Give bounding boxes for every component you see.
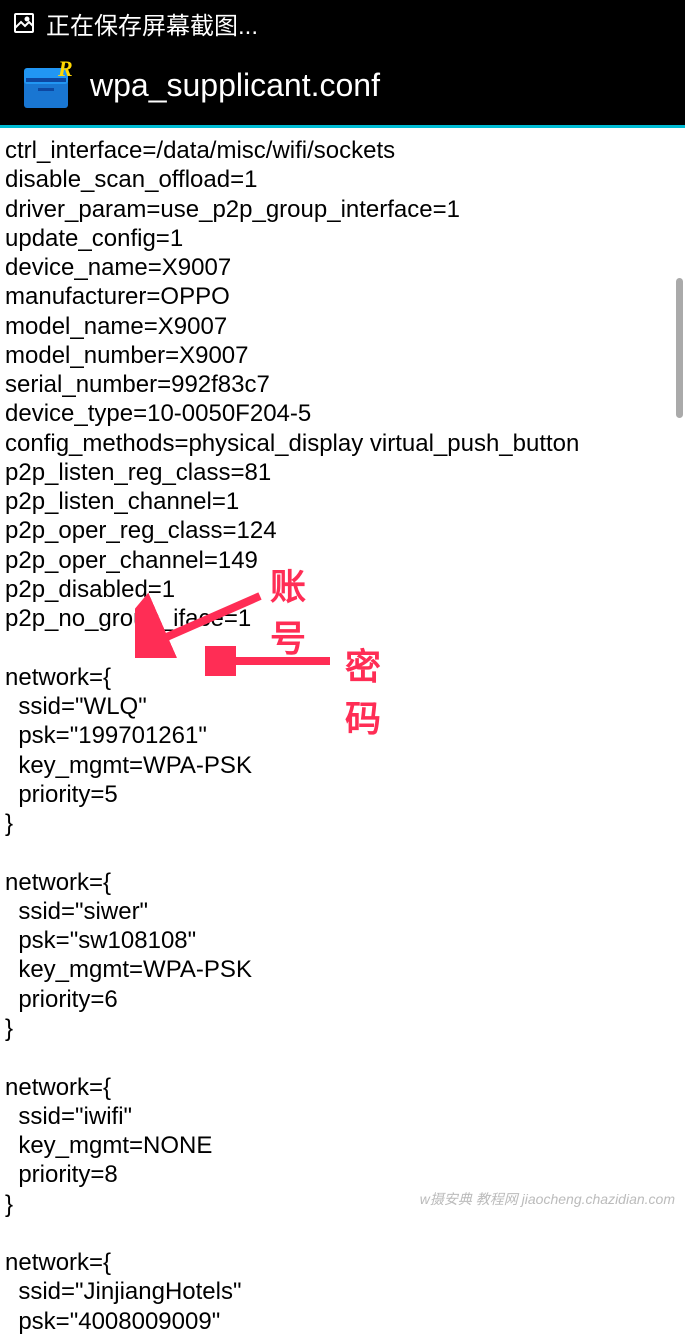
page-title: wpa_supplicant.conf bbox=[90, 67, 380, 104]
picture-icon bbox=[12, 11, 36, 35]
scrollbar[interactable] bbox=[676, 278, 683, 418]
status-text: 正在保存屏幕截图... bbox=[46, 6, 258, 41]
watermark: w摄安典 教程网 jiaocheng.chazidian.com bbox=[420, 1189, 675, 1209]
svg-text:R: R bbox=[57, 60, 72, 81]
content-area[interactable]: ctrl_interface=/data/misc/wifi/sockets d… bbox=[0, 128, 685, 1214]
file-content[interactable]: ctrl_interface=/data/misc/wifi/sockets d… bbox=[5, 136, 680, 1336]
status-bar: 正在保存屏幕截图... bbox=[0, 0, 685, 46]
app-icon[interactable]: R bbox=[20, 60, 72, 112]
app-header: R wpa_supplicant.conf bbox=[0, 46, 685, 128]
